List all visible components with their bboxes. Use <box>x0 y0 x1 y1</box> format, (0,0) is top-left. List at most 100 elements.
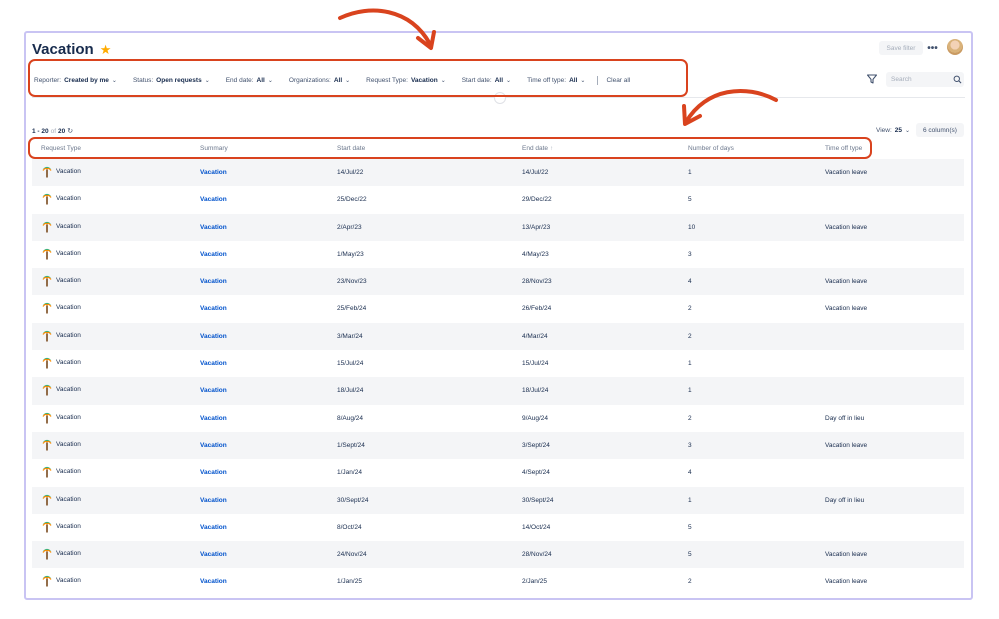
filter-time-off-type[interactable]: Time off type: All ⌄ <box>527 77 585 84</box>
summary-link[interactable]: Vacation <box>200 333 227 340</box>
summary-link[interactable]: Vacation <box>200 387 227 394</box>
chevron-down-icon: ⌄ <box>506 77 512 84</box>
palm-tree-icon <box>42 357 52 369</box>
table-row[interactable]: Vacation Vacation 1/Jan/24 4/Sept/24 4 <box>32 459 964 486</box>
summary-link[interactable]: Vacation <box>200 251 227 258</box>
table-row[interactable]: Vacation Vacation 23/Nov/23 28/Nov/23 4 Vacat… <box>32 268 964 296</box>
columns-button[interactable]: 6 column(s) <box>916 123 964 137</box>
filter-funnel-icon[interactable] <box>866 73 878 85</box>
collapse-handle-icon[interactable]: ⌃ <box>494 92 506 104</box>
table-row[interactable]: Vacation Vacation 15/Jul/24 15/Jul/24 1 <box>32 350 964 377</box>
save-filter-button[interactable]: Save filter <box>879 41 923 55</box>
time-off-type-cell: Vacation leave <box>825 551 868 559</box>
view-value: 25 <box>894 127 903 134</box>
end-date-cell: 14/Jul/22 <box>522 169 549 176</box>
filter-value: All <box>333 76 343 84</box>
table-row[interactable]: Vacation Vacation 18/Jul/24 18/Jul/24 1 <box>32 377 964 405</box>
filter-label: Organizations: <box>288 76 331 84</box>
more-actions-button[interactable]: ••• <box>925 41 940 55</box>
column-header-start-date[interactable]: Start date <box>337 145 365 152</box>
filter-label: Time off type: <box>527 76 567 84</box>
column-header-summary[interactable]: Summary <box>200 145 228 152</box>
avatar[interactable] <box>947 39 963 55</box>
chevron-down-icon: ⌄ <box>440 77 446 84</box>
end-date-cell: 29/Dec/22 <box>522 196 552 204</box>
column-header-end-date[interactable]: End date ↑ <box>522 145 553 152</box>
clear-all-button[interactable]: Clear all <box>606 77 630 84</box>
table-row[interactable]: Vacation Vacation 1/Sept/24 3/Sept/24 3 Vacat… <box>32 431 964 460</box>
column-header-number-of-days[interactable]: Number of days <box>688 145 734 152</box>
search-box[interactable] <box>886 72 964 87</box>
end-date-cell: 28/Nov/24 <box>522 551 552 559</box>
summary-link[interactable]: Vacation <box>200 196 227 203</box>
summary-link[interactable]: Vacation <box>200 469 227 476</box>
summary-link[interactable]: Vacation <box>200 442 227 449</box>
filter-organizations[interactable]: Organizations: All ⌄ <box>289 77 350 84</box>
summary-link[interactable]: Vacation <box>200 524 227 531</box>
column-header-request-type[interactable]: Request Type <box>41 145 81 152</box>
request-type-label: Vacation <box>56 550 81 558</box>
filter-status[interactable]: Status: Open requests ⌄ <box>133 77 210 84</box>
view-select[interactable]: View: 25 ⌄ <box>876 127 910 134</box>
star-icon[interactable]: ★ <box>100 43 112 56</box>
summary-link[interactable]: Vacation <box>200 305 227 312</box>
refresh-icon[interactable]: ↻ <box>67 127 73 135</box>
start-date-cell: 15/Jul/24 <box>337 360 364 368</box>
palm-tree-icon <box>42 521 52 533</box>
table-row[interactable]: Vacation Vacation 25/Feb/24 26/Feb/24 2 Vacat… <box>32 295 964 322</box>
search-icon[interactable] <box>953 75 962 84</box>
summary-link[interactable]: Vacation <box>200 551 227 558</box>
end-date-cell: 9/Aug/24 <box>522 414 549 422</box>
start-date-cell: 1/Sept/24 <box>337 441 365 449</box>
end-date-cell: 30/Sept/24 <box>522 496 554 504</box>
request-type-cell: Vacation <box>42 438 81 451</box>
table-row[interactable]: Vacation Vacation 30/Sept/24 30/Sept/24 1 Day… <box>32 486 964 514</box>
results-range: 1 - 20 <box>32 127 49 135</box>
request-type-cell: Vacation <box>42 220 81 233</box>
filter-value: Vacation <box>410 76 438 84</box>
search-input[interactable] <box>891 76 951 83</box>
number-of-days-cell: 5 <box>688 551 692 559</box>
table-row[interactable]: Vacation Vacation 3/Mar/24 4/Mar/24 2 <box>32 322 964 351</box>
filter-reporter[interactable]: Reporter: Created by me ⌄ <box>34 77 117 84</box>
number-of-days-cell: 2 <box>688 332 692 340</box>
request-type-cell: Vacation <box>42 411 81 424</box>
table-row[interactable]: Vacation Vacation 2/Apr/23 13/Apr/23 10 Vacat… <box>32 213 964 241</box>
filter-label: Reporter: <box>34 76 62 84</box>
time-off-type-cell: Vacation leave <box>825 169 868 176</box>
table-row[interactable]: Vacation Vacation 8/Aug/24 9/Aug/24 2 Day off… <box>32 405 964 432</box>
filter-start-date[interactable]: Start date: All ⌄ <box>462 77 511 84</box>
start-date-cell: 14/Jul/22 <box>337 169 364 176</box>
summary-link[interactable]: Vacation <box>200 497 227 504</box>
filter-request-type[interactable]: Request Type: Vacation ⌄ <box>366 77 446 84</box>
palm-tree-icon <box>42 494 52 506</box>
summary-link[interactable]: Vacation <box>200 360 227 367</box>
table-row[interactable]: Vacation Vacation 8/Oct/24 14/Oct/24 5 <box>32 514 964 541</box>
summary-link[interactable]: Vacation <box>200 278 227 285</box>
summary-link[interactable]: Vacation <box>200 415 227 422</box>
start-date-cell: 2/Apr/23 <box>337 223 362 231</box>
summary-link[interactable]: Vacation <box>200 169 227 176</box>
results-total: 20 <box>58 127 66 135</box>
start-date-cell: 30/Sept/24 <box>337 496 369 504</box>
table-row[interactable]: Vacation Vacation 1/May/23 4/May/23 3 <box>32 241 964 268</box>
number-of-days-cell: 2 <box>688 414 692 422</box>
filter-value: All <box>256 76 265 84</box>
request-type-cell: Vacation <box>42 547 81 560</box>
palm-tree-icon <box>42 194 52 205</box>
chevron-down-icon: ⌄ <box>345 77 351 84</box>
summary-link[interactable]: Vacation <box>200 578 227 585</box>
number-of-days-cell: 2 <box>688 578 692 586</box>
filter-end-date[interactable]: End date: All ⌄ <box>226 77 273 84</box>
start-date-cell: 18/Jul/24 <box>337 387 364 395</box>
table-row[interactable]: Vacation Vacation 24/Nov/24 28/Nov/24 5 Vacat… <box>32 541 964 569</box>
end-date-cell: 13/Apr/23 <box>522 223 551 231</box>
table-row[interactable]: Vacation Vacation 25/Dec/22 29/Dec/22 5 <box>32 186 964 213</box>
end-date-cell: 18/Jul/24 <box>522 387 549 395</box>
request-type-cell: Vacation <box>42 493 81 506</box>
summary-link[interactable]: Vacation <box>200 224 227 231</box>
table-row[interactable]: Vacation Vacation 14/Jul/22 14/Jul/22 1 Vacat… <box>32 159 964 187</box>
time-off-type-cell: Vacation leave <box>825 578 868 586</box>
table-row[interactable]: Vacation Vacation 1/Jan/25 2/Jan/25 2 Vacatio… <box>32 568 964 595</box>
column-header-time-off-type[interactable]: Time off type <box>825 145 862 152</box>
